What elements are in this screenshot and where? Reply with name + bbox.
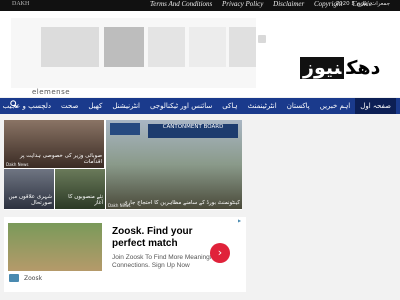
nav-item-top-news[interactable]: اہم خبریں <box>315 102 356 110</box>
link-privacy[interactable]: Privacy Policy <box>222 0 263 8</box>
logo-part1: دھک <box>346 57 381 79</box>
link-terms[interactable]: Terms And Conditions <box>150 0 212 8</box>
ad-close-icon[interactable] <box>258 35 266 43</box>
nav-item-weird[interactable]: دلچسپ و عجیب <box>0 102 56 110</box>
site-header: elemense دھکنیوز <box>0 11 400 97</box>
link-disclaimer[interactable]: Disclaimer <box>273 0 304 8</box>
ad-product-image[interactable] <box>189 27 226 67</box>
sign-image <box>110 123 140 135</box>
top-date: 2020 جمعرات، مارچ 5 <box>335 1 390 7</box>
ad-brand[interactable]: elemense <box>32 88 70 96</box>
logo-part2: نیوز <box>300 57 345 79</box>
nav-item-pakistan[interactable]: پاکستان <box>282 102 315 110</box>
news-caption[interactable]: نئے منصوبوں کا آغاز <box>58 194 103 207</box>
nav-item-entertainment[interactable]: انٹرٹینمنٹ <box>243 102 282 110</box>
nav-item-international[interactable]: انٹرنیشنل <box>107 102 145 110</box>
sponsored-ad[interactable]: ▶ Zoosk. Find your perfect match Join Zo… <box>4 217 246 292</box>
banner-ad[interactable] <box>11 18 266 88</box>
nav-item-sports[interactable]: کھیل <box>83 102 107 110</box>
news-grid: صوبائی وزیر کی خصوصی ہدایت پر اقدامات Da… <box>4 120 242 210</box>
news-caption[interactable]: شہری علاقوں میں صورتحال <box>7 194 52 207</box>
nav-item-science-tech[interactable]: سائنس اور ٹیکنالوجی <box>145 102 217 110</box>
news-meta: Dakh News <box>6 162 29 167</box>
news-tile[interactable]: نئے منصوبوں کا آغاز <box>55 169 105 209</box>
ad-product-image[interactable] <box>41 27 99 67</box>
top-bar: DAKH Terms And Conditions Privacy Policy… <box>0 0 400 11</box>
ad-subtitle[interactable]: Join Zoosk To Find More Meaningful Conne… <box>112 254 222 270</box>
site-logo[interactable]: دھکنیوز <box>300 57 380 79</box>
news-tile[interactable]: صوبائی وزیر کی خصوصی ہدایت پر اقدامات Da… <box>4 120 104 168</box>
ad-product-image[interactable] <box>104 27 144 67</box>
nav-item-hockey[interactable]: ہاکی <box>217 102 242 110</box>
ad-title[interactable]: Zoosk. Find your perfect match <box>112 226 222 250</box>
ad-product-image[interactable] <box>148 27 185 67</box>
nav-item-home[interactable]: صفحہ اول <box>355 98 396 114</box>
zoosk-logo-icon <box>9 274 19 282</box>
news-tile[interactable]: شہری علاقوں میں صورتحال <box>4 169 54 209</box>
news-tile-featured[interactable]: CANTONMENT BOARD کینٹونمنٹ بورڈ کے سامنے… <box>106 120 242 209</box>
top-bar-brand: DAKH <box>12 1 30 7</box>
ad-photo[interactable] <box>8 223 102 271</box>
main-nav: صفحہ اول اہم خبریں پاکستان انٹرٹینمنٹ ہا… <box>0 98 400 114</box>
ad-product-image[interactable] <box>229 27 256 67</box>
nav-items: صفحہ اول اہم خبریں پاکستان انٹرٹینمنٹ ہا… <box>0 98 396 114</box>
news-meta: Dakh News <box>108 203 131 208</box>
news-caption[interactable]: کینٹونمنٹ بورڈ کے سامنے مظاہرین کا احتجا… <box>118 200 240 207</box>
ad-brand-name: Zoosk <box>24 275 43 282</box>
ad-info-icon[interactable]: ▶ <box>238 218 244 224</box>
nav-item-health[interactable]: صحت <box>56 102 83 110</box>
cantonment-sign: CANTONMENT BOARD <box>148 124 238 138</box>
ad-arrow-button[interactable]: › <box>210 243 230 263</box>
